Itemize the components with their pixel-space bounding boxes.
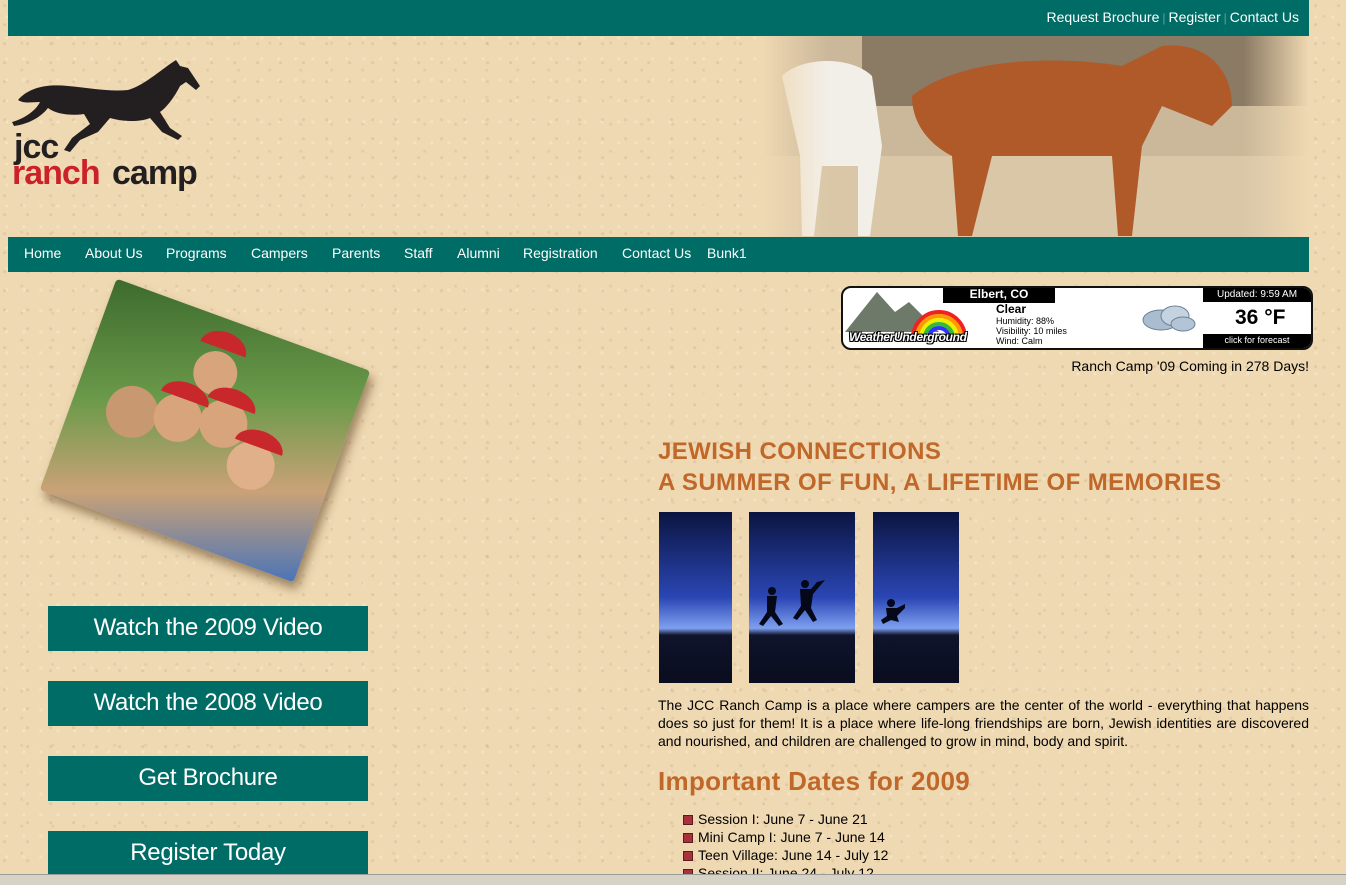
nav-parents[interactable]: Parents — [332, 245, 380, 261]
top-links: Request Brochure | Register | Contact Us — [1047, 9, 1299, 25]
watch-2009-video-button[interactable]: Watch the 2009 Video — [48, 606, 368, 651]
register-today-button[interactable]: Register Today — [48, 831, 368, 876]
campers-photo — [39, 278, 371, 583]
cloud-icon — [1142, 305, 1196, 332]
nav-bunk1[interactable]: Bunk1 — [707, 245, 747, 261]
important-dates-list: Session I: June 7 - June 21 Mini Camp I:… — [683, 810, 888, 882]
weather-visibility: Visibility: 10 miles — [996, 326, 1067, 336]
weather-brand: WeatherUnderground — [849, 330, 967, 344]
camp-countdown: Ranch Camp '09 Coming in 278 Days! — [1071, 358, 1309, 374]
weather-forecast-link[interactable]: click for forecast — [1203, 334, 1311, 348]
weather-widget[interactable]: WeatherUnderground Elbert, CO Updated: 9… — [841, 286, 1313, 350]
request-brochure-link[interactable]: Request Brochure — [1047, 9, 1160, 25]
nav-alumni[interactable]: Alumni — [457, 245, 500, 261]
logo-camp-text: camp — [112, 154, 198, 192]
site-logo[interactable]: jcc ranch camp — [10, 56, 210, 196]
weather-updated: Updated: 9:59 AM — [1203, 288, 1311, 302]
nav-campers[interactable]: Campers — [251, 245, 308, 261]
register-link[interactable]: Register — [1168, 9, 1220, 25]
contact-us-top-link[interactable]: Contact Us — [1230, 9, 1299, 25]
weather-humidity: Humidity: 88% — [996, 316, 1055, 326]
nav-about-us[interactable]: About Us — [85, 245, 143, 261]
important-dates-title: Important Dates for 2009 — [658, 766, 971, 796]
separator: | — [1223, 11, 1227, 25]
weather-condition: Clear — [996, 302, 1027, 316]
nav-registration[interactable]: Registration — [523, 245, 598, 261]
headline-line2: A SUMMER OF FUN, A LIFETIME OF MEMORIES — [658, 469, 1222, 496]
jumping-campers-image — [659, 512, 959, 683]
nav-staff[interactable]: Staff — [404, 245, 433, 261]
separator: | — [1162, 11, 1166, 25]
hero-horses-image — [762, 36, 1309, 237]
nav-home[interactable]: Home — [24, 245, 61, 261]
headline-line1: JEWISH CONNECTIONS — [658, 438, 942, 465]
list-item: Session I: June 7 - June 21 — [683, 810, 888, 828]
logo-ranch-text: ranch — [12, 154, 101, 192]
intro-paragraph: The JCC Ranch Camp is a place where camp… — [658, 697, 1309, 749]
weather-location: Elbert, CO — [943, 288, 1055, 303]
weather-temperature: 36 °F — [1235, 306, 1286, 329]
get-brochure-button[interactable]: Get Brochure — [48, 756, 368, 801]
main-nav: Home About Us Programs Campers Parents S… — [8, 237, 1309, 272]
nav-programs[interactable]: Programs — [166, 245, 227, 261]
weather-wind: Wind: Calm — [996, 336, 1043, 346]
nav-contact-us[interactable]: Contact Us — [622, 245, 691, 261]
browser-status-bar — [0, 874, 1346, 885]
top-bar: Request Brochure | Register | Contact Us — [8, 0, 1309, 36]
list-item: Mini Camp I: June 7 - June 14 — [683, 828, 888, 846]
list-item: Teen Village: June 14 - July 12 — [683, 846, 888, 864]
watch-2008-video-button[interactable]: Watch the 2008 Video — [48, 681, 368, 726]
